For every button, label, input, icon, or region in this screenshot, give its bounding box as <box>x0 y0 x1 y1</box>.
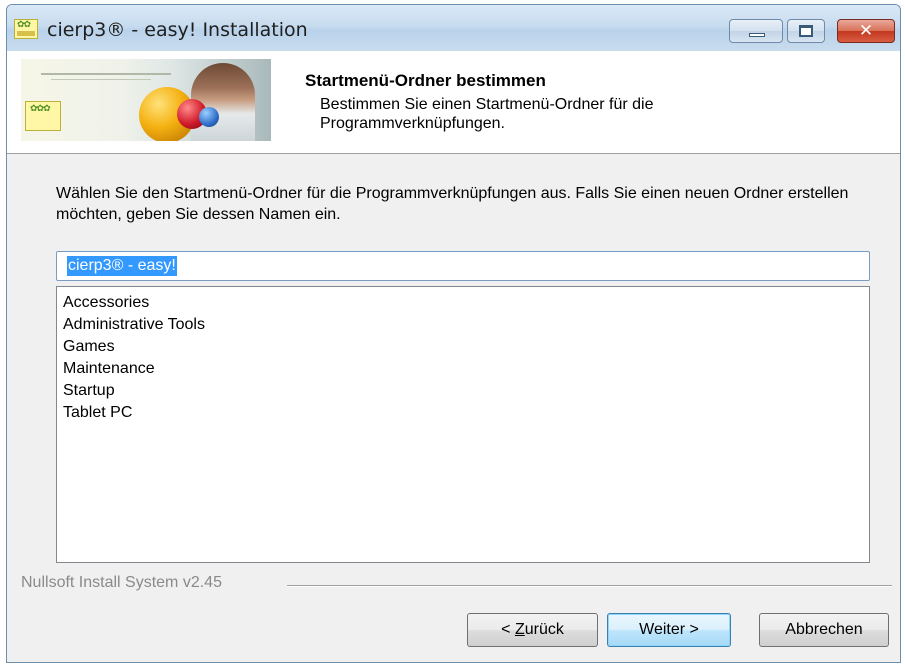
list-item[interactable]: Administrative Tools <box>63 314 869 336</box>
maximize-button[interactable] <box>787 19 825 43</box>
title-bar[interactable]: ✿✿ cierp3® - easy! Installation ✕ <box>7 5 900 51</box>
cancel-button[interactable]: Abbrechen <box>759 613 889 647</box>
list-item[interactable]: Maintenance <box>63 358 869 380</box>
start-menu-folder-input[interactable]: cierp3® - easy! <box>56 251 870 281</box>
wizard-header: ✿✿✿ Startmenü-Ordner bestimmen Bestimmen… <box>7 51 900 154</box>
list-item[interactable]: Games <box>63 336 869 358</box>
next-button[interactable]: Weiter > <box>607 613 731 647</box>
list-item[interactable]: Accessories <box>63 292 869 314</box>
header-banner-image: ✿✿✿ <box>21 59 271 141</box>
minimize-icon <box>749 33 765 37</box>
cierp-logo: ✿✿✿ <box>25 101 61 131</box>
maximize-icon <box>799 25 813 37</box>
window-title: cierp3® - easy! Installation <box>47 19 308 41</box>
start-menu-folder-list[interactable]: Accessories Administrative Tools Games M… <box>56 286 870 563</box>
page-subtitle: Bestimmen Sie einen Startmenü-Ordner für… <box>320 96 654 132</box>
list-item[interactable]: Tablet PC <box>63 402 869 424</box>
branding-text: Nullsoft Install System v2.45 <box>21 574 222 591</box>
branding-divider <box>287 585 892 587</box>
installer-window: ✿✿ cierp3® - easy! Installation ✕ ✿✿✿ St… <box>6 4 901 663</box>
instruction-text: Wählen Sie den Startmenü-Ordner für die … <box>56 185 849 223</box>
folder-input-value: cierp3® - easy! <box>67 256 177 276</box>
list-item[interactable]: Startup <box>63 380 869 402</box>
app-icon: ✿✿ <box>14 19 38 39</box>
back-button[interactable]: < Zurück <box>467 613 598 647</box>
page-title: Startmenü-Ordner bestimmen <box>305 71 546 90</box>
close-icon: ✕ <box>858 21 874 41</box>
close-button[interactable]: ✕ <box>837 19 895 43</box>
minimize-button[interactable] <box>729 19 783 43</box>
